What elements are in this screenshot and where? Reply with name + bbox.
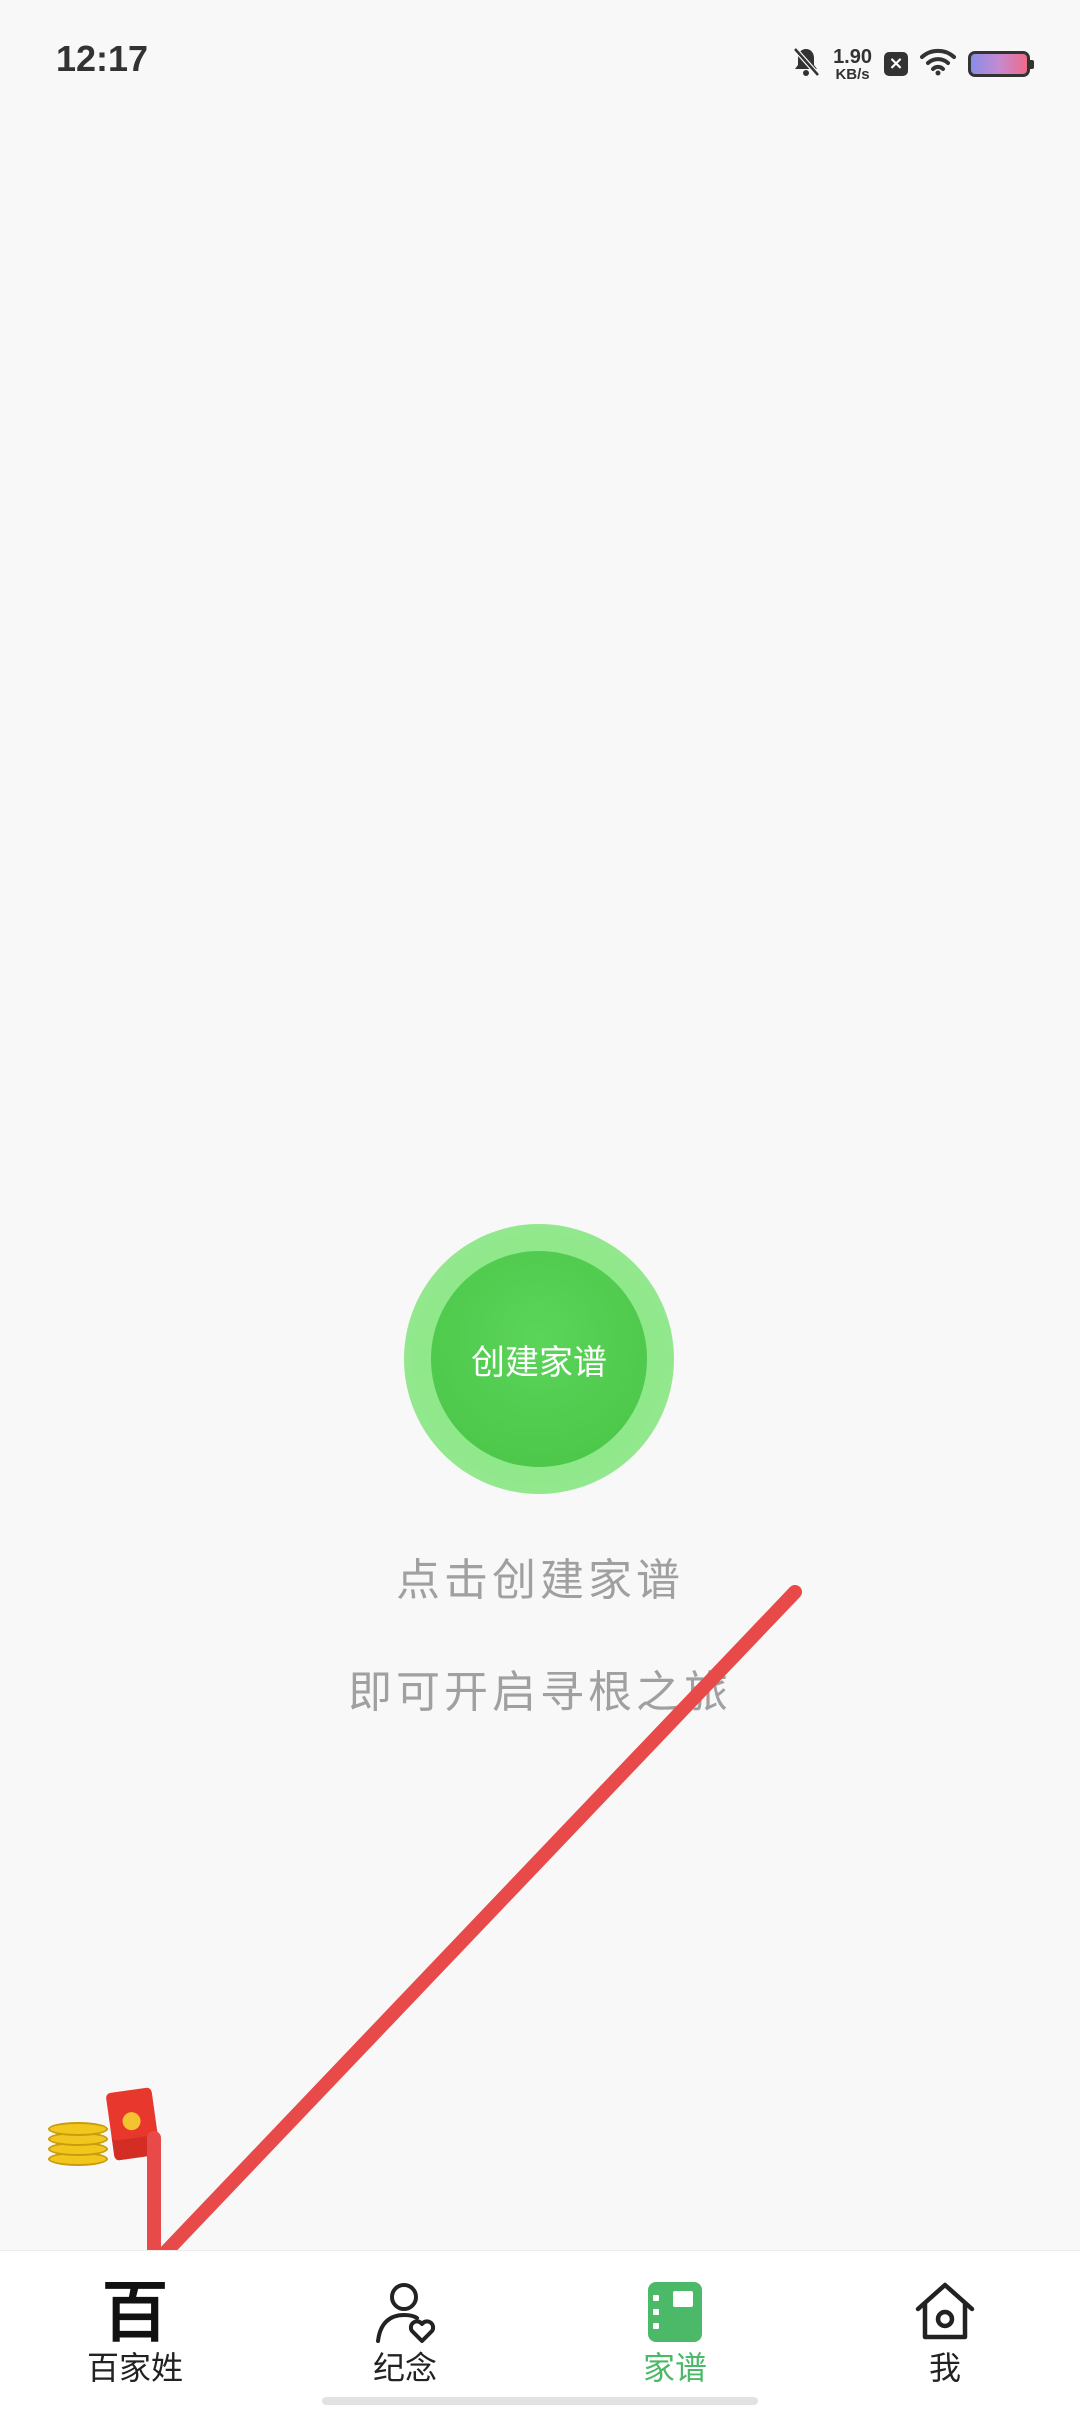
net-speed: 1.90 KB/s xyxy=(833,47,872,82)
annotation-arrow xyxy=(147,1585,802,2269)
bai-character-icon: 百 xyxy=(102,2273,168,2351)
tab-label: 我 xyxy=(928,2349,961,2387)
person-heart-icon xyxy=(370,2277,440,2347)
net-speed-unit: KB/s xyxy=(835,65,870,83)
book-icon xyxy=(640,2277,710,2347)
tab-baijiaxing[interactable]: 百 百家姓 xyxy=(0,2251,270,2401)
bell-off-icon xyxy=(791,46,821,82)
hint-text-1: 点击创建家谱 xyxy=(396,1555,684,1606)
battery-icon xyxy=(968,51,1034,77)
wifi-icon xyxy=(920,48,956,80)
close-box-icon: × xyxy=(884,52,908,76)
tab-me[interactable]: 我 xyxy=(810,2251,1080,2401)
bottom-tab-bar: 百 百家姓 纪念 家谱 我 xyxy=(0,2250,1080,2409)
status-time: 12:17 xyxy=(56,38,149,79)
tab-memorial[interactable]: 纪念 xyxy=(270,2251,540,2401)
tab-label: 纪念 xyxy=(372,2349,437,2387)
status-icons: 1.90 KB/s × xyxy=(791,44,1034,84)
create-family-tree-label: 创建家谱 xyxy=(471,1342,607,1383)
tab-label: 百家姓 xyxy=(86,2349,183,2387)
hint-text-2: 即可开启寻根之旅 xyxy=(348,1667,732,1718)
tab-label: 家谱 xyxy=(642,2349,707,2387)
coins-icon xyxy=(48,2120,108,2166)
create-family-tree-button-wrap[interactable]: 创建家谱 xyxy=(404,1224,674,1494)
red-envelope-icon xyxy=(105,2087,161,2161)
red-packet-promo[interactable] xyxy=(48,2087,168,2170)
house-icon xyxy=(910,2277,980,2347)
status-bar: 12:17 1.90 KB/s × xyxy=(0,0,1080,125)
tab-family-tree[interactable]: 家谱 xyxy=(540,2251,810,2401)
home-indicator[interactable] xyxy=(322,2397,758,2405)
net-speed-value: 1.90 xyxy=(833,45,872,68)
create-family-tree-button[interactable]: 创建家谱 xyxy=(431,1251,647,1467)
